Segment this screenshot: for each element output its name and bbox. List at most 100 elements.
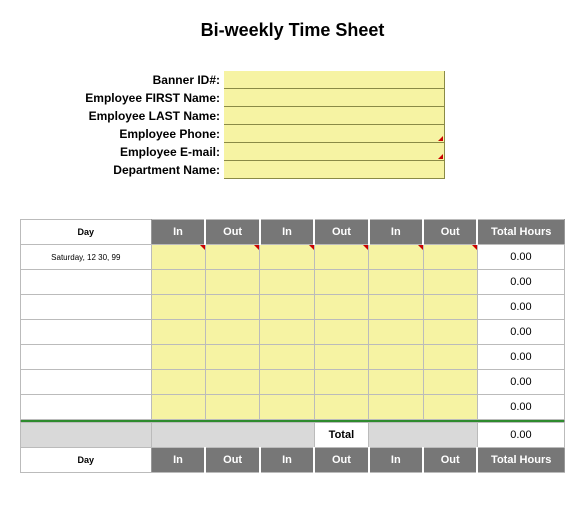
label-email: Employee E-mail: [60,143,224,161]
cell-in[interactable] [260,270,314,295]
cell-out[interactable] [423,345,477,370]
table-row: 0.00 [21,345,565,370]
cell-out[interactable] [314,395,368,420]
cell-day[interactable] [21,295,152,320]
field-last-name[interactable] [224,107,445,125]
cell-in[interactable] [151,245,205,270]
cell-in[interactable] [369,295,423,320]
cell-total: 0.00 [477,370,564,395]
table-row: 0.00 [21,295,565,320]
cell-out[interactable] [314,245,368,270]
col-day: Day [21,220,152,245]
cell-out[interactable] [205,345,259,370]
timesheet-table: Day In Out In Out In Out Total Hours Sat… [20,219,565,473]
cell-in[interactable] [151,395,205,420]
cell-total: 0.00 [477,245,564,270]
total-row: Total 0.00 [21,423,565,448]
field-banner-id[interactable] [224,71,445,89]
cell-day[interactable] [21,395,152,420]
cell-day[interactable] [21,345,152,370]
cell-in[interactable] [260,295,314,320]
cell-day[interactable] [21,270,152,295]
cell-day[interactable]: Saturday, 12 30, 99 [21,245,152,270]
cell-out[interactable] [314,320,368,345]
label-first-name: Employee FIRST Name: [60,89,224,107]
cell-total: 0.00 [477,320,564,345]
table-row: 0.00 [21,270,565,295]
cell-out[interactable] [314,295,368,320]
cell-in[interactable] [151,295,205,320]
table-row: 0.00 [21,395,565,420]
cell-in[interactable] [151,270,205,295]
cell-out[interactable] [205,270,259,295]
col-day: Day [21,448,152,473]
total-left-blank [151,423,314,448]
cell-total: 0.00 [477,345,564,370]
cell-total: 0.00 [477,295,564,320]
cell-in[interactable] [260,395,314,420]
table-row: 0.00 [21,320,565,345]
cell-in[interactable] [369,345,423,370]
field-email[interactable] [224,143,445,161]
cell-in[interactable] [151,345,205,370]
table-header-row: Day In Out In Out In Out Total Hours [21,220,565,245]
col-in-3: In [369,448,423,473]
cell-out[interactable] [423,320,477,345]
cell-in[interactable] [151,320,205,345]
cell-total: 0.00 [477,395,564,420]
total-label: Total [314,423,368,448]
cell-day[interactable] [21,320,152,345]
col-out-3: Out [423,220,477,245]
col-in-2: In [260,448,314,473]
col-in-3: In [369,220,423,245]
col-out-3: Out [423,448,477,473]
grand-total: 0.00 [477,423,564,448]
page-title: Bi-weekly Time Sheet [20,20,565,41]
cell-out[interactable] [205,370,259,395]
field-first-name[interactable] [224,89,445,107]
field-phone[interactable] [224,125,445,143]
cell-in[interactable] [369,270,423,295]
cell-in[interactable] [369,370,423,395]
cell-day[interactable] [21,370,152,395]
cell-in[interactable] [151,370,205,395]
cell-in[interactable] [260,320,314,345]
cell-out[interactable] [205,245,259,270]
col-out-1: Out [205,220,259,245]
field-dept[interactable] [224,161,445,179]
table-row: 0.00 [21,370,565,395]
cell-in[interactable] [369,245,423,270]
cell-total: 0.00 [477,270,564,295]
label-banner-id: Banner ID#: [60,71,224,89]
cell-out[interactable] [423,270,477,295]
cell-in[interactable] [260,245,314,270]
cell-out[interactable] [423,245,477,270]
cell-out[interactable] [205,320,259,345]
cell-out[interactable] [314,345,368,370]
cell-out[interactable] [314,270,368,295]
label-phone: Employee Phone: [60,125,224,143]
total-right-blank [369,423,478,448]
cell-out[interactable] [314,370,368,395]
total-day-blank [21,423,152,448]
cell-in[interactable] [260,370,314,395]
col-in-2: In [260,220,314,245]
cell-out[interactable] [423,370,477,395]
cell-out[interactable] [423,395,477,420]
col-out-2: Out [314,448,368,473]
col-total: Total Hours [477,448,564,473]
cell-in[interactable] [260,345,314,370]
cell-out[interactable] [423,295,477,320]
cell-in[interactable] [369,395,423,420]
label-dept: Department Name: [60,161,224,179]
cell-out[interactable] [205,395,259,420]
cell-out[interactable] [205,295,259,320]
col-out-1: Out [205,448,259,473]
employee-info: Banner ID#: Employee FIRST Name: Employe… [60,71,565,179]
label-last-name: Employee LAST Name: [60,107,224,125]
col-total: Total Hours [477,220,564,245]
col-out-2: Out [314,220,368,245]
col-in-1: In [151,448,205,473]
col-in-1: In [151,220,205,245]
cell-in[interactable] [369,320,423,345]
